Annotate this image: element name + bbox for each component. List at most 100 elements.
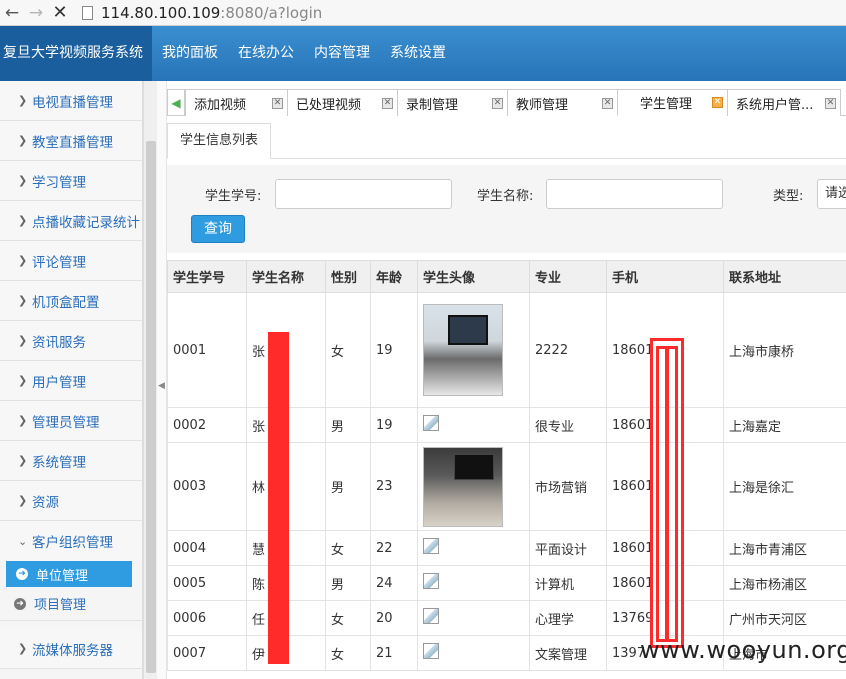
avatar-image[interactable]	[423, 304, 503, 396]
arrow-left-icon[interactable]: ←	[0, 0, 24, 26]
url-bar[interactable]: 114.80.100.109:8080/a?login	[101, 4, 322, 22]
sidebar-item-label: 用户管理	[32, 374, 86, 391]
tab-label: 已处理视频	[296, 97, 362, 113]
cell-address: 上海市康桥	[723, 292, 846, 408]
url-path: :8080/a?login	[220, 3, 323, 22]
laptop-screen	[448, 315, 488, 345]
menu-dashboard[interactable]: 我的面板	[162, 26, 218, 81]
sidebar-collapse-handle[interactable]: ◀	[157, 81, 167, 679]
cell-age: 24	[370, 565, 418, 601]
col-header[interactable]: 手机	[606, 260, 724, 293]
sidebar-item[interactable]: ❯ 流媒体服务器	[0, 629, 142, 669]
close-icon[interactable]: ✕	[712, 97, 723, 108]
sidebar-item-expanded[interactable]: ⌄ 客户组织管理	[0, 521, 142, 561]
menu-online-office[interactable]: 在线办公	[238, 26, 294, 81]
cell-no: 0002	[167, 407, 247, 443]
broken-image-icon[interactable]	[423, 415, 439, 431]
browser-toolbar: ← → ✕ 114.80.100.109:8080/a?login	[0, 0, 846, 26]
chevron-right-icon: ❯	[18, 134, 28, 147]
sidebar-item-label: 管理员管理	[32, 414, 100, 431]
sidebar-subitem[interactable]: ➜ 项目管理	[0, 587, 142, 621]
monitor-screen	[454, 453, 494, 480]
tab-student-list[interactable]: 学生信息列表	[167, 123, 272, 159]
col-header[interactable]: 学生名称	[246, 260, 326, 293]
cell-no: 0003	[167, 442, 247, 531]
search-button[interactable]: 查询	[191, 215, 245, 243]
tab-processed-video[interactable]: 已处理视频 ✕	[287, 89, 398, 116]
tab-students[interactable]: 学生管理 ✕	[617, 89, 728, 116]
tab-teachers[interactable]: 教师管理 ✕	[507, 89, 618, 116]
page-icon	[82, 5, 93, 20]
col-header[interactable]: 联系地址	[723, 260, 846, 293]
chevron-left-icon: ◀	[158, 381, 165, 391]
tab-label: 录制管理	[406, 97, 459, 113]
cell-no: 0007	[167, 635, 247, 671]
tab-add-video[interactable]: 添加视频 ✕	[185, 89, 288, 116]
student-no-input[interactable]	[275, 179, 452, 209]
chevron-right-icon: ❯	[18, 174, 28, 187]
chevron-right-icon: ❯	[18, 414, 28, 427]
sidebar-subitem-label: 项目管理	[34, 598, 87, 613]
tab-recording[interactable]: 录制管理 ✕	[397, 89, 508, 116]
close-icon[interactable]: ✕	[602, 97, 613, 109]
cell-avatar	[417, 407, 530, 443]
redaction-bar-name	[268, 332, 289, 664]
broken-image-icon[interactable]	[423, 643, 439, 659]
student-name-label: 学生名称:	[477, 189, 534, 204]
close-icon[interactable]: ✕	[272, 97, 283, 109]
page: ← → ✕ 114.80.100.109:8080/a?login 复旦大学视频…	[0, 0, 846, 679]
cell-gender: 男	[325, 407, 371, 443]
sidebar-item[interactable]: ❯ 电视直播管理	[0, 81, 142, 121]
close-icon[interactable]: ✕	[382, 97, 393, 109]
col-header[interactable]: 学生头像	[417, 260, 530, 293]
watermark: www.wooyun.org	[640, 636, 846, 664]
sidebar-item[interactable]: ❯ 资源	[0, 481, 142, 521]
menu-settings[interactable]: 系统设置	[390, 26, 446, 81]
sidebar-item[interactable]: ❯ 学习管理	[0, 161, 142, 201]
sidebar-item[interactable]: ❯ 管理员管理	[0, 401, 142, 441]
col-header[interactable]: 年龄	[370, 260, 418, 293]
avatar-image[interactable]	[423, 446, 503, 527]
cell-avatar	[417, 292, 530, 408]
brand-title[interactable]: 复旦大学视频服务系统	[0, 26, 152, 81]
sidebar-subitem-active[interactable]: ➜ 单位管理	[6, 561, 132, 587]
cell-avatar	[417, 635, 530, 671]
tab-system-users[interactable]: 系统用户管... ✕	[727, 89, 841, 116]
broken-image-icon[interactable]	[423, 573, 439, 589]
back-arrow-icon[interactable]: ◀	[167, 89, 185, 116]
col-header[interactable]: 专业	[529, 260, 607, 293]
sidebar-scrollbar[interactable]	[143, 81, 157, 679]
student-name-input[interactable]	[546, 179, 723, 209]
close-icon[interactable]: ✕	[492, 97, 503, 109]
type-select[interactable]: 请选	[817, 179, 846, 209]
scrollbar-thumb[interactable]	[146, 141, 156, 673]
chevron-right-icon: ❯	[18, 254, 28, 267]
sidebar-item[interactable]: ❯ 教室直播管理	[0, 121, 142, 161]
sidebar-item[interactable]: ❯ 资讯服务	[0, 321, 142, 361]
broken-image-icon[interactable]	[423, 538, 439, 554]
sidebar-item[interactable]: ❯ 评论管理	[0, 241, 142, 281]
close-icon[interactable]: ✕	[48, 0, 72, 26]
sidebar-item[interactable]: ❯ 系统管理	[0, 441, 142, 481]
cell-gender: 女	[325, 600, 371, 636]
chevron-right-icon: ❯	[18, 214, 28, 227]
cell-gender: 男	[325, 442, 371, 531]
sidebar-item-label: 流媒体服务器	[32, 642, 113, 659]
arrow-right-icon[interactable]: →	[24, 0, 48, 26]
sidebar-item[interactable]: ❯ 用户管理	[0, 361, 142, 401]
cell-no: 0001	[167, 292, 247, 408]
close-icon[interactable]: ✕	[825, 97, 836, 109]
sidebar-item-label: 点播收藏记录统计	[32, 214, 140, 231]
sidebar-item-label: 系统管理	[32, 454, 86, 471]
sidebar-item[interactable]: ❯ 机顶盒配置	[0, 281, 142, 321]
cell-address: 上海市杨浦区	[723, 565, 846, 601]
col-header[interactable]: 性别	[325, 260, 371, 293]
student-no-label: 学生学号:	[205, 189, 262, 204]
menu-content[interactable]: 内容管理	[314, 26, 370, 81]
arrow-right-circle-icon: ➜	[14, 597, 26, 610]
sidebar-item[interactable]: ❯ 点播收藏记录统计	[0, 201, 142, 241]
cell-avatar	[417, 565, 530, 601]
col-header[interactable]: 学生学号	[167, 260, 247, 293]
arrow-right-circle-icon: ➜	[16, 568, 28, 580]
broken-image-icon[interactable]	[423, 608, 439, 624]
